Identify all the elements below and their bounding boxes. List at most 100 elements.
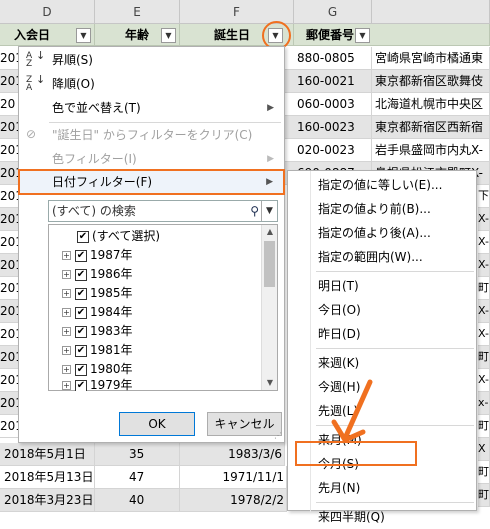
tree-item-year[interactable]: + ✔ 1987年	[62, 246, 133, 265]
search-options-dropdown[interactable]: ▼	[261, 201, 277, 221]
menu-item-sort-descending[interactable]: Z A ↓ 降順(O)	[19, 72, 284, 96]
cell-address-partial[interactable]: x-	[478, 392, 490, 415]
expand-icon[interactable]: +	[62, 308, 71, 317]
menu-item-sort-by-color[interactable]: 色で並べ替え(T) ▶	[19, 96, 284, 120]
tree-item-year[interactable]: + ✔ 1985年	[62, 284, 133, 303]
expand-icon[interactable]: +	[62, 365, 71, 374]
cancel-button[interactable]: キャンセル	[207, 412, 282, 436]
checkbox-checked-icon[interactable]: ✔	[75, 379, 87, 391]
tree-item-year[interactable]: + ✔ 1986年	[62, 265, 133, 284]
tree-scrollbar[interactable]: ▲ ▼	[261, 225, 277, 390]
ok-button[interactable]: OK	[119, 412, 195, 436]
submenu-item-after[interactable]: 指定の値より後(A)...	[288, 221, 476, 245]
checkbox-checked-icon[interactable]: ✔	[75, 363, 87, 376]
cell-join-date-partial[interactable]: 201	[0, 116, 19, 139]
tree-item-select-all[interactable]: ✔ (すべて選択)	[77, 227, 160, 246]
cell-join-date-partial[interactable]: 201	[0, 70, 19, 93]
cell-join-date-partial[interactable]: 201	[0, 231, 19, 254]
expand-icon[interactable]: +	[62, 381, 71, 390]
submenu-item-equals[interactable]: 指定の値に等しい(E)...	[288, 173, 476, 197]
scrollbar-thumb[interactable]	[264, 241, 275, 287]
expand-icon[interactable]: +	[62, 327, 71, 336]
menu-item-sort-ascending[interactable]: A Z ↓ 昇順(S)	[19, 48, 284, 72]
cell-join-date-partial[interactable]: 201	[0, 277, 19, 300]
cell-age-r3[interactable]: 40	[95, 489, 180, 512]
cell-postal-code[interactable]: 020-0023	[285, 139, 372, 162]
cell-join-date-partial[interactable]: 201	[0, 139, 19, 162]
tree-item-year[interactable]: + ✔ 1984年	[62, 303, 133, 322]
cell-postal-code[interactable]: 060-0003	[285, 93, 372, 116]
cell-address-partial[interactable]: X-	[478, 254, 490, 277]
filter-dropdown-age[interactable]: ▼	[161, 28, 176, 43]
cell-address-partial[interactable]: X	[478, 438, 490, 461]
cell-address-partial[interactable]: X-	[478, 323, 490, 346]
filter-dropdown-postal-code[interactable]: ▼	[355, 28, 370, 43]
expand-icon[interactable]: +	[62, 251, 71, 260]
submenu-item-today[interactable]: 今日(O)	[288, 298, 476, 322]
submenu-item-this-week[interactable]: 今週(H)	[288, 375, 476, 399]
cell-join-date-r3[interactable]: 2018年3月23日	[0, 489, 95, 512]
cell-birthday-r1[interactable]: 1983/3/6	[180, 443, 285, 466]
checkbox-checked-icon[interactable]: ✔	[75, 344, 87, 357]
cell-birthday-r3[interactable]: 1978/2/2	[180, 489, 287, 512]
submenu-item-yesterday[interactable]: 昨日(D)	[288, 322, 476, 346]
menu-item-date-filter[interactable]: 日付フィルター(F) ▶	[18, 169, 285, 195]
checkbox-checked-icon[interactable]: ✔	[75, 325, 87, 338]
search-icon[interactable]: ⚲	[250, 201, 259, 221]
submenu-item-between[interactable]: 指定の範囲内(W)...	[288, 245, 476, 269]
cell-postal-code[interactable]: 160-0021	[285, 70, 372, 93]
cell-address-partial[interactable]: X-	[478, 231, 490, 254]
cell-address[interactable]: 東京都新宿区西新宿	[372, 116, 490, 139]
cell-join-date-partial[interactable]: 201	[0, 208, 19, 231]
cell-birthday-r2[interactable]: 1971/11/1	[180, 466, 287, 489]
cell-address[interactable]: 宮崎県宮崎市橘通東	[372, 47, 490, 70]
cell-address-partial[interactable]: 下	[478, 185, 490, 208]
tree-item-year[interactable]: + ✔ 1979年	[62, 377, 133, 391]
submenu-item-next-week[interactable]: 来週(K)	[288, 351, 476, 375]
filter-search-box[interactable]: (すべて) の検索 ⚲ ▼	[48, 200, 278, 222]
cell-address-partial[interactable]: 町	[478, 346, 490, 369]
tree-item-year[interactable]: + ✔ 1981年	[62, 341, 133, 360]
checkbox-checked-icon[interactable]: ✔	[75, 287, 87, 300]
cell-join-date-partial[interactable]: 201	[0, 346, 19, 369]
checkbox-checked-icon[interactable]: ✔	[75, 306, 87, 319]
submenu-item-last-month[interactable]: 先月(N)	[288, 476, 476, 500]
submenu-item-tomorrow[interactable]: 明日(T)	[288, 274, 476, 298]
checkbox-checked-icon[interactable]: ✔	[75, 268, 87, 281]
cell-join-date-partial[interactable]: 201	[0, 254, 19, 277]
cell-join-date-partial[interactable]: 201	[0, 392, 19, 415]
expand-icon[interactable]: +	[62, 346, 71, 355]
cell-join-date-partial[interactable]: 201	[0, 323, 19, 346]
tree-item-year[interactable]: + ✔ 1983年	[62, 322, 133, 341]
cell-address-partial[interactable]: 町	[478, 277, 490, 300]
cell-join-date-r2[interactable]: 2018年5月13日	[0, 466, 95, 489]
column-header-d[interactable]: D	[0, 0, 95, 24]
scroll-up-icon[interactable]: ▲	[262, 225, 278, 239]
cell-join-date-partial[interactable]: 20	[0, 93, 19, 116]
column-header-h[interactable]	[372, 0, 490, 24]
cell-join-date-partial[interactable]: 201	[0, 415, 19, 438]
cell-join-date-partial[interactable]: 201	[0, 300, 19, 323]
column-header-e[interactable]: E	[95, 0, 180, 24]
resize-grip-icon[interactable]: ⋰	[274, 431, 282, 440]
submenu-item-last-week[interactable]: 先週(L)	[288, 399, 476, 423]
submenu-item-before[interactable]: 指定の値より前(B)...	[288, 197, 476, 221]
scroll-down-icon[interactable]: ▼	[262, 376, 278, 390]
cell-age-r2[interactable]: 47	[95, 466, 180, 489]
cell-postal-code[interactable]: 160-0023	[285, 116, 372, 139]
cell-address-partial[interactable]: 町	[478, 484, 490, 507]
column-header-g[interactable]: G	[294, 0, 372, 24]
cell-join-date-r1[interactable]: 2018年5月1日	[0, 443, 95, 466]
submenu-item-next-quarter[interactable]: 来四半期(Q)	[288, 505, 476, 529]
cell-join-date-partial[interactable]: 201	[0, 185, 19, 208]
menu-item-color-filter[interactable]: 色フィルター(I) ▶	[19, 147, 284, 171]
cell-address-partial[interactable]: X-	[478, 369, 490, 392]
cell-join-date-partial[interactable]: 201	[0, 369, 19, 392]
expand-icon[interactable]: +	[62, 289, 71, 298]
cell-address-partial[interactable]: 町	[478, 461, 490, 484]
cell-address[interactable]: 東京都新宿区歌舞伎	[372, 70, 490, 93]
cell-address[interactable]: 北海道札幌市中央区	[372, 93, 490, 116]
cell-join-date-partial[interactable]: 201	[0, 47, 19, 70]
filter-dropdown-join-date[interactable]: ▼	[76, 28, 91, 43]
cell-join-date-partial[interactable]: 201	[0, 162, 19, 185]
